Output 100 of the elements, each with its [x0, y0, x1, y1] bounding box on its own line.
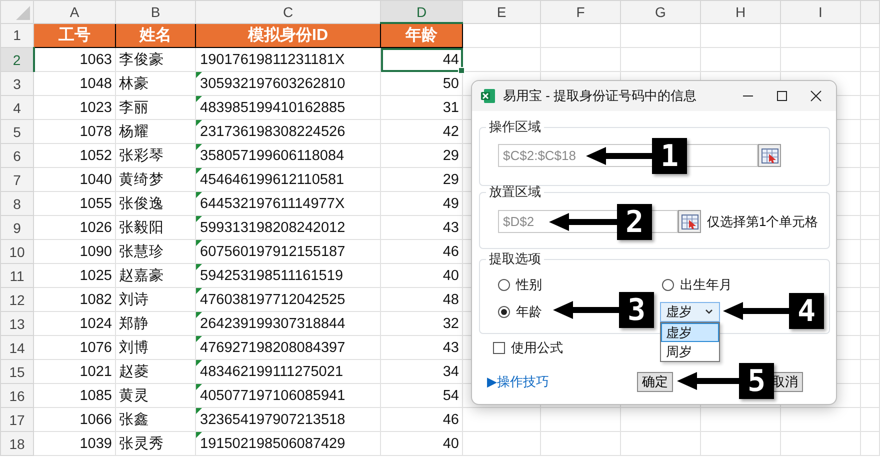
column-header[interactable]: A — [34, 0, 116, 23]
table-cell: 29 — [380, 144, 462, 168]
header-cell: 模拟身份ID — [196, 23, 380, 48]
table-cell: 1024 — [34, 312, 116, 336]
row-header[interactable]: 15 — [0, 360, 34, 384]
table-cell: 264239199307318844 — [196, 312, 380, 336]
row-header[interactable]: 16 — [0, 384, 34, 408]
row-header[interactable]: 18 — [0, 432, 34, 456]
dropdown[interactable]: 虚岁 — [660, 302, 720, 322]
arrow — [723, 302, 789, 320]
checkbox[interactable] — [493, 342, 505, 354]
radio-option[interactable]: 年龄 — [498, 302, 542, 322]
table-cell: 张鑫 — [116, 408, 196, 432]
table-cell: 1039 — [34, 432, 116, 456]
maximize-icon[interactable] — [776, 90, 788, 102]
table-cell: 1023 — [34, 96, 116, 120]
radio-option[interactable]: 性别 — [498, 276, 542, 294]
table-cell: 49 — [380, 192, 462, 216]
table-cell: 张灵秀 — [116, 432, 196, 456]
table-cell: 林豪 — [116, 72, 196, 96]
table-cell: 40 — [380, 264, 462, 288]
column-header[interactable]: I — [780, 0, 860, 23]
column-header[interactable]: G — [620, 0, 700, 23]
column-header[interactable]: E — [462, 0, 540, 23]
table-cell: 46 — [380, 240, 462, 264]
row-header[interactable]: 8 — [0, 192, 34, 216]
row-header[interactable]: 3 — [0, 72, 34, 96]
column-header[interactable]: F — [540, 0, 620, 23]
dropdown-option[interactable]: 周岁 — [661, 342, 719, 361]
radio-button[interactable] — [498, 306, 510, 318]
table-cell: 1090 — [34, 240, 116, 264]
radio-button[interactable] — [498, 279, 510, 291]
column-header[interactable]: H — [700, 0, 780, 23]
radio-button[interactable] — [662, 279, 674, 291]
active-cell: 44 — [380, 48, 462, 72]
row-header[interactable]: 17 — [0, 408, 34, 432]
table-cell: 231736198308224526 — [196, 120, 380, 144]
row-header[interactable]: 4 — [0, 96, 34, 120]
table-cell: 405077197106085941 — [196, 384, 380, 408]
table-cell: 607560197912155187 — [196, 240, 380, 264]
group-label: 放置区域 — [488, 183, 542, 201]
table-cell: 34 — [380, 360, 462, 384]
range-picker-button[interactable] — [758, 144, 781, 167]
table-cell: 张慧珍 — [116, 240, 196, 264]
arrow — [553, 301, 619, 319]
row-header[interactable]: 11 — [0, 264, 34, 288]
fill-handle[interactable] — [458, 67, 465, 74]
table-cell: 1063 — [34, 48, 116, 72]
row-header[interactable]: 1 — [0, 23, 34, 48]
radio-option[interactable]: 出生年月 — [662, 276, 732, 294]
row-header[interactable]: 7 — [0, 168, 34, 192]
table-cell: 29 — [380, 168, 462, 192]
table-cell: 19017619811231181X — [196, 48, 380, 72]
range-picker-button[interactable] — [678, 210, 701, 233]
table-cell: 张俊逸 — [116, 192, 196, 216]
table-cell: 32 — [380, 312, 462, 336]
table-cell: 358057199606118084 — [196, 144, 380, 168]
row-header[interactable]: 9 — [0, 216, 34, 240]
step-number-badge: 3 — [619, 292, 654, 328]
table-cell: 1026 — [34, 216, 116, 240]
row-header[interactable]: 6 — [0, 144, 34, 168]
tips-link[interactable]: ▶操作技巧 — [487, 373, 637, 391]
table-cell: 54 — [380, 384, 462, 408]
row-header[interactable]: 12 — [0, 288, 34, 312]
dropdown-option[interactable]: 虚岁 — [661, 323, 719, 342]
row-header[interactable]: 10 — [0, 240, 34, 264]
table-cell: 594253198511161519 — [196, 264, 380, 288]
table-cell: 31 — [380, 96, 462, 120]
column-header[interactable]: C — [196, 0, 380, 23]
group-label: 操作区域 — [488, 118, 542, 136]
table-cell: 刘诗 — [116, 288, 196, 312]
close-icon[interactable] — [810, 90, 822, 102]
arrow — [549, 213, 617, 231]
header-cell: 工号 — [34, 23, 116, 48]
table-cell: 323654197907213518 — [196, 408, 380, 432]
table-cell: 张毅阳 — [116, 216, 196, 240]
row-header[interactable]: 14 — [0, 336, 34, 360]
table-cell: 48 — [380, 288, 462, 312]
step-number-badge: 2 — [617, 204, 652, 240]
row-header[interactable]: 2 — [0, 48, 34, 72]
checkbox-option[interactable]: 使用公式 — [493, 339, 563, 357]
table-cell: 刘博 — [116, 336, 196, 360]
column-header[interactable]: D — [380, 0, 462, 23]
table-cell: 454646199612110581 — [196, 168, 380, 192]
header-cell: 年龄 — [380, 23, 462, 48]
table-cell: 43 — [380, 336, 462, 360]
row-header[interactable]: 5 — [0, 120, 34, 144]
column-header[interactable]: B — [116, 0, 196, 23]
step-number-badge: 1 — [652, 138, 687, 174]
table-cell: 张彩琴 — [116, 144, 196, 168]
table-cell: 191502198506087429 — [196, 432, 380, 456]
table-cell: 1040 — [34, 168, 116, 192]
row-header[interactable]: 13 — [0, 312, 34, 336]
ok-button[interactable]: 确定 — [637, 372, 673, 392]
group-label: 提取选项 — [488, 250, 542, 268]
range-select-icon — [760, 148, 778, 164]
table-cell: 43 — [380, 216, 462, 240]
chevron-down-icon — [705, 309, 713, 315]
table-cell: 1055 — [34, 192, 116, 216]
table-cell: 黄绮梦 — [116, 168, 196, 192]
